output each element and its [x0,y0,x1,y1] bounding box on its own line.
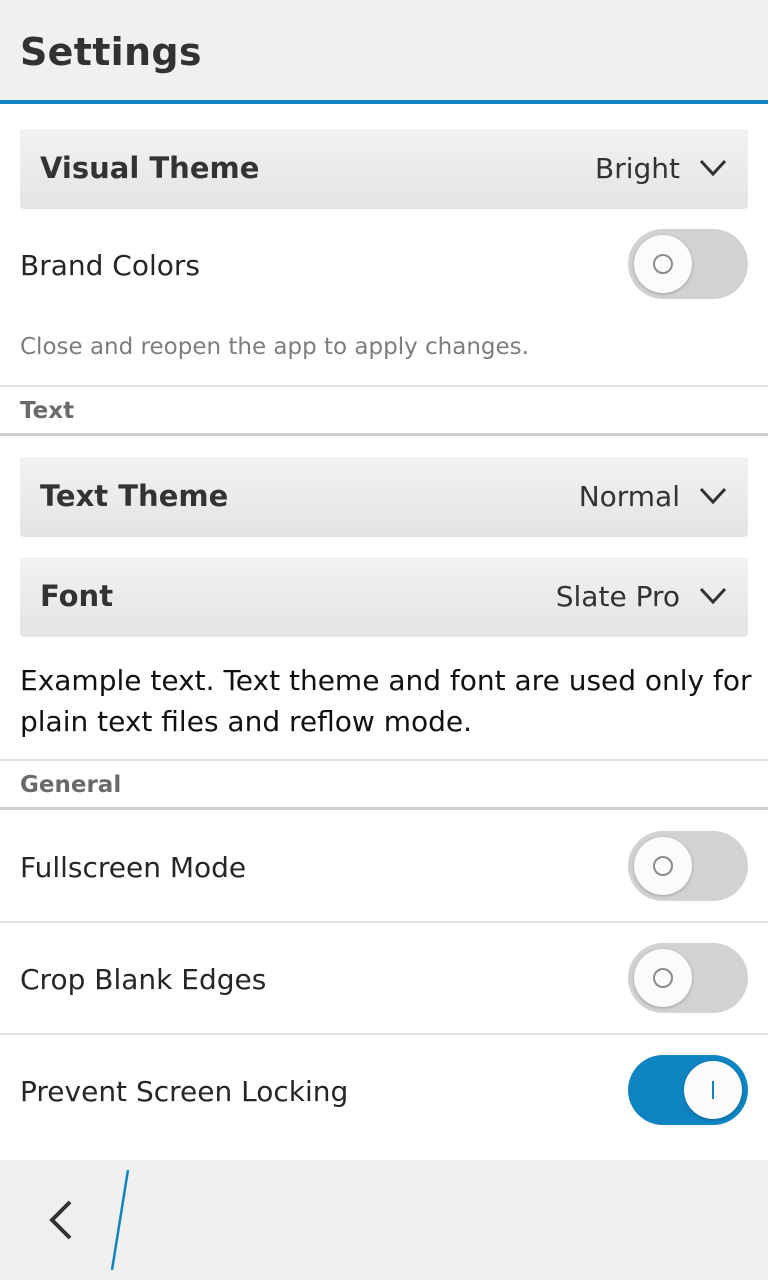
text-theme-dropdown[interactable]: Text Theme Normal [20,457,748,537]
toggle-off-icon [653,856,673,876]
chevron-left-icon[interactable] [30,1190,90,1250]
action-bar [0,1160,768,1280]
divider [0,1033,768,1035]
page-title: Settings [20,30,202,74]
section-header-text: Text [20,398,75,424]
text-theme-value: Normal [578,480,680,513]
toggle-knob [684,1061,742,1119]
divider [0,759,768,761]
text-theme-label: Text Theme [40,479,229,513]
toggle-off-icon [653,968,673,988]
divider [0,433,768,436]
title-bar: Settings [0,0,768,104]
toggle-off-icon [653,254,673,274]
chevron-down-icon [699,587,727,605]
action-bar-separator [110,1170,130,1270]
toggle-knob [634,235,692,293]
toggle-knob [634,837,692,895]
divider [0,385,768,387]
toggle-on-icon [712,1081,714,1099]
brand-colors-toggle[interactable] [628,229,748,299]
visual-theme-value: Bright [595,152,680,185]
fullscreen-mode-toggle[interactable] [628,831,748,901]
brand-colors-label: Brand Colors [20,249,200,282]
visual-theme-dropdown[interactable]: Visual Theme Bright [20,129,748,209]
crop-blank-edges-label: Crop Blank Edges [20,963,267,996]
font-value: Slate Pro [555,580,680,613]
visual-theme-label: Visual Theme [40,151,260,185]
restart-hint: Close and reopen the app to apply change… [20,334,529,360]
toggle-knob [634,949,692,1007]
font-dropdown[interactable]: Font Slate Pro [20,557,748,637]
prevent-screen-locking-label: Prevent Screen Locking [20,1075,349,1108]
crop-blank-edges-toggle[interactable] [628,943,748,1013]
divider [0,807,768,810]
chevron-down-icon [699,487,727,505]
prevent-screen-locking-toggle[interactable] [628,1055,748,1125]
example-text: Example text. Text theme and font are us… [20,664,752,738]
chevron-down-icon [699,159,727,177]
fullscreen-mode-label: Fullscreen Mode [20,851,247,884]
divider [0,921,768,923]
font-label: Font [40,579,114,613]
section-header-general: General [20,772,122,798]
